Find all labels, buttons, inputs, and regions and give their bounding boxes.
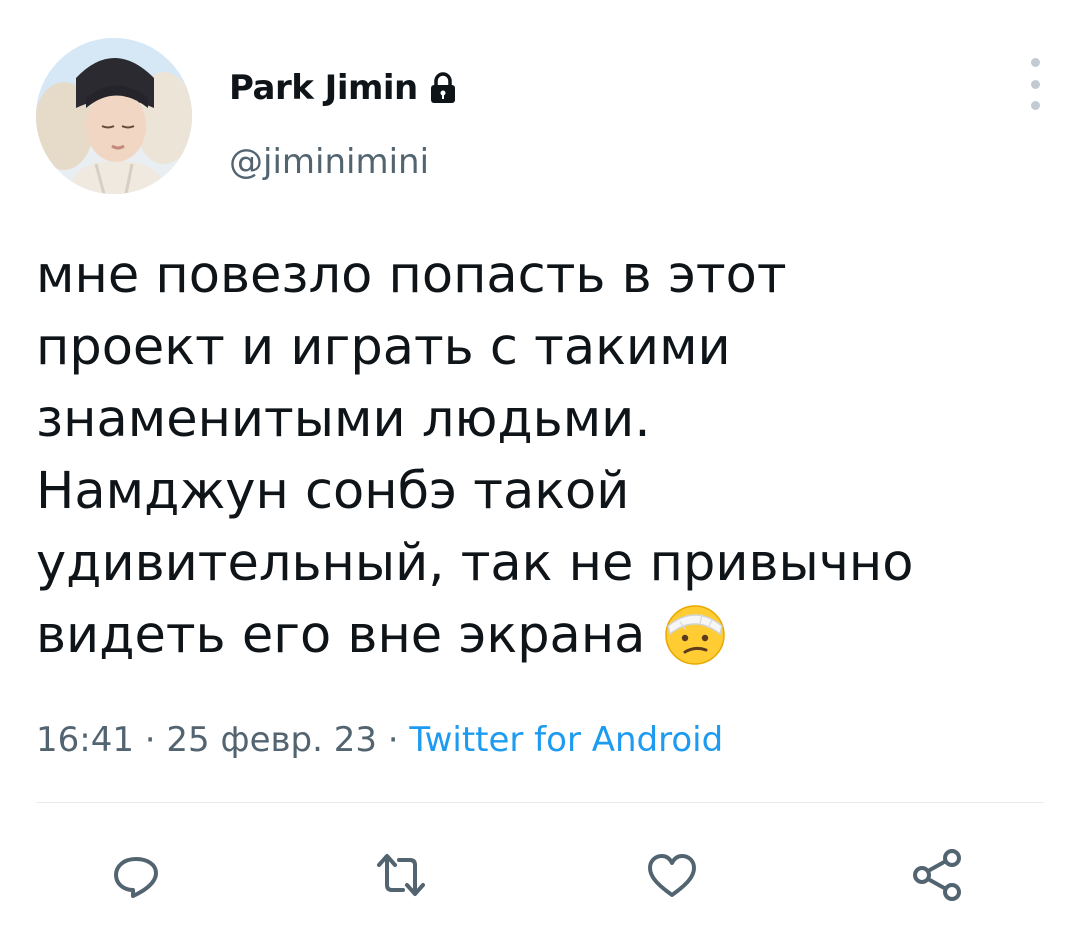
more-options-button[interactable] (1020, 58, 1050, 110)
retweet-icon (377, 854, 425, 896)
divider (36, 802, 1044, 803)
tweet-time[interactable]: 16:41 (36, 720, 134, 760)
avatar[interactable] (36, 38, 192, 194)
reply-icon (114, 857, 158, 898)
tweet-date[interactable]: 25 февр. 23 (166, 720, 377, 760)
share-button[interactable] (908, 845, 968, 905)
share-icon (913, 849, 961, 901)
more-dot-icon (1030, 58, 1040, 67)
meta-separator: · (387, 720, 399, 760)
tweet-meta: 16:41 · 25 февр. 23 · Twitter for Androi… (36, 720, 723, 760)
profile-photo (36, 38, 192, 194)
tweet-body: мне повезло попасть в этот проект и игра… (36, 246, 914, 665)
tweet-text: мне повезло попасть в этот проект и игра… (36, 240, 1046, 672)
retweet-button[interactable] (371, 845, 431, 905)
user-handle[interactable]: @jiminimini (229, 142, 429, 182)
heart-icon (648, 854, 696, 897)
more-dot-icon (1030, 79, 1040, 89)
reply-button[interactable] (106, 845, 166, 905)
display-name[interactable]: Park Jimin (229, 68, 458, 108)
display-name-text: Park Jimin (229, 68, 418, 108)
meta-separator: · (144, 720, 156, 760)
face-with-head-bandage-emoji (662, 600, 728, 666)
lock-icon (428, 71, 458, 105)
more-dot-icon (1030, 101, 1040, 110)
like-button[interactable] (642, 845, 702, 905)
tweet-source[interactable]: Twitter for Android (409, 720, 723, 760)
